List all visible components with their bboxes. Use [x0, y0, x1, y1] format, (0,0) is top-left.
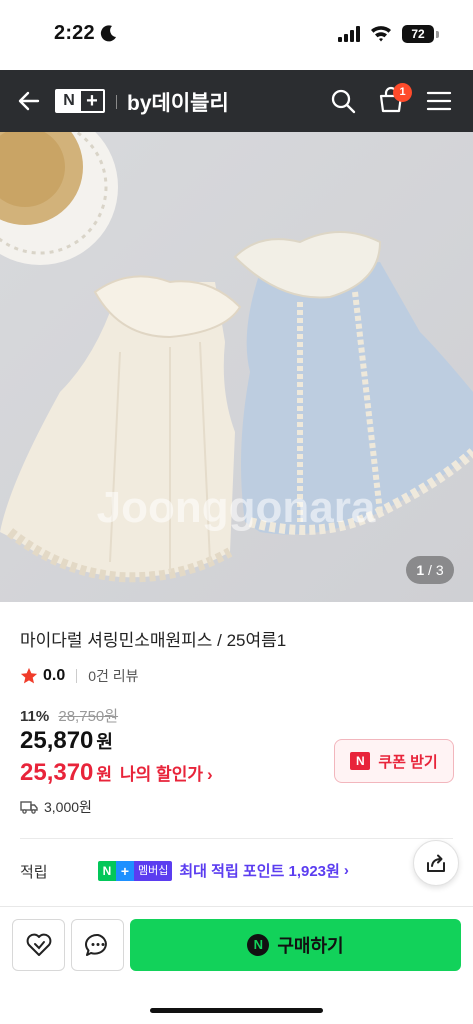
truck-icon [20, 801, 38, 814]
chevron-right-icon: › [206, 765, 213, 784]
coupon-button-label: 쿠폰 받기 [378, 753, 438, 771]
wifi-icon [371, 26, 391, 42]
battery-indicator: 72 [402, 25, 434, 43]
naver-plus-membership-badge: N + 멤버십 [98, 860, 173, 881]
share-button[interactable] [413, 840, 459, 886]
status-time: 2:22 [54, 22, 95, 44]
header-divider [116, 95, 117, 109]
store-name[interactable]: by데이블리 [127, 87, 229, 117]
coupon-download-button[interactable]: N 쿠폰 받기 [334, 739, 454, 783]
discount-rate: 11% [20, 708, 50, 725]
rating-separator [76, 669, 78, 683]
product-title: 마이다럴 셔링민소매원피스 / 25여름1 [20, 631, 287, 650]
back-arrow-icon[interactable] [16, 88, 42, 114]
membership-badge-label: 멤버십 [134, 860, 173, 881]
my-discount-price-unit: 원 [96, 765, 113, 784]
my-discount-price-label: 나의 할인가 [120, 765, 203, 784]
original-price: 28,750원 [58, 708, 119, 725]
heart-icon [26, 933, 51, 956]
rating-row[interactable]: 0.0 0건 리뷰 [20, 666, 139, 686]
image-current-index: 1 [416, 562, 425, 578]
shipping-row: 3,000원 [20, 797, 92, 817]
buy-button[interactable]: N 구매하기 [130, 919, 461, 971]
share-icon [427, 854, 445, 872]
watermark-text: Joonggonara [97, 483, 376, 532]
points-label: 적립 [20, 864, 48, 881]
naver-pay-n-icon: N [247, 934, 270, 956]
image-total-count: 3 [435, 562, 444, 578]
signal-icon [338, 26, 360, 42]
product-image-carousel[interactable]: Joonggonara [0, 132, 473, 602]
shipping-fee: 3,000원 [44, 799, 92, 815]
sale-price: 25,870 [20, 727, 94, 754]
sale-price-row: 25,870 원 [20, 727, 113, 755]
sale-price-unit: 원 [96, 732, 113, 752]
my-discount-price: 25,370 [20, 759, 94, 786]
max-points-text: 최대 적립 포인트 1,923원 [179, 863, 340, 880]
discount-row: 11% 28,750원 [20, 705, 118, 726]
status-bar: 2:22 72 [0, 0, 473, 70]
membership-badge-n: N [98, 860, 116, 881]
coupon-n-icon: N [350, 752, 371, 770]
wishlist-button[interactable] [12, 919, 65, 971]
product-photo: Joonggonara [0, 132, 473, 602]
image-page-counter: 1 / 3 [406, 556, 454, 584]
battery-tip [436, 31, 439, 38]
points-link[interactable]: N + 멤버십 최대 적립 포인트 1,923원 › [98, 860, 349, 881]
rating-value: 0.0 [43, 667, 66, 684]
cart-count-badge: 1 [393, 83, 412, 102]
bottom-purchase-bar: N 구매하기 [0, 906, 473, 1024]
chevron-right-icon: › [343, 862, 349, 879]
logo-n: N [57, 91, 81, 111]
moon-icon [100, 25, 116, 42]
section-divider [20, 838, 453, 839]
talk-talk-button[interactable] [71, 919, 124, 971]
logo-plus: + [86, 90, 98, 112]
review-count[interactable]: 0건 리뷰 [88, 666, 138, 686]
image-counter-separator: / [428, 562, 432, 578]
home-indicator [150, 1008, 323, 1013]
membership-badge-plus: + [116, 860, 134, 881]
buy-button-label: 구매하기 [277, 936, 344, 956]
chat-bubble-icon [84, 933, 107, 956]
naver-plus-logo[interactable]: N + [55, 89, 105, 113]
search-icon[interactable] [330, 88, 356, 114]
my-discount-price-link[interactable]: 25,370 원 나의 할인가 › [20, 759, 213, 787]
hamburger-menu-icon[interactable] [426, 90, 452, 112]
star-icon [20, 667, 38, 684]
